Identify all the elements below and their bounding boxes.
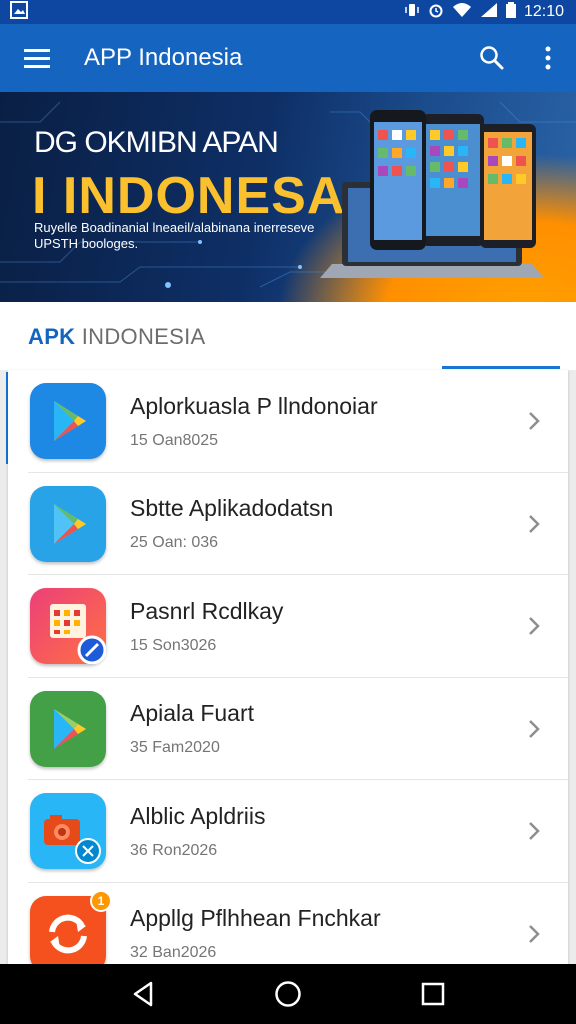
back-button[interactable]	[113, 964, 173, 1024]
app-date: 15 Oan8025	[130, 431, 219, 449]
chevron-right-icon	[514, 401, 554, 441]
recents-icon	[422, 982, 445, 1006]
back-icon	[133, 981, 152, 1007]
tab-bar: APK INDONESIA	[0, 302, 576, 370]
banner-heading: DG OKMIBN APAN	[34, 126, 279, 159]
home-icon	[275, 981, 301, 1007]
overflow-menu-button[interactable]	[520, 24, 576, 92]
app-name: Pasnrl Rcdlkay	[130, 597, 284, 624]
app-title: APP Indonesia	[84, 44, 243, 71]
app-date: 25 Oan: 036	[130, 534, 219, 552]
app-date: 15 Son3026	[130, 636, 217, 654]
vibrate-icon	[404, 2, 420, 23]
app-name: Appllg Pflhhean Fnchkar	[130, 905, 381, 932]
tab-indicator	[442, 366, 560, 369]
chevron-right-icon	[514, 504, 554, 544]
home-button[interactable]	[258, 964, 318, 1024]
tab-label-rest: INDONESIA	[75, 324, 206, 349]
more-vert-icon	[545, 46, 551, 70]
list-item[interactable]: Pasnrl Rcdlkay 15 Son3026	[8, 575, 568, 678]
chevron-right-icon	[514, 606, 554, 646]
search-button[interactable]	[464, 24, 520, 92]
list-item[interactable]: Apiala Fuart 35 Fam2020	[8, 678, 568, 780]
banner-description: Ruyelle Boadinanial lneaeil/alabinana in…	[34, 220, 315, 251]
play-store-icon	[30, 383, 106, 460]
chevron-right-icon	[514, 914, 554, 954]
recents-button[interactable]	[403, 964, 463, 1024]
gallery-notification-icon	[10, 0, 28, 24]
app-date: 32 Ban2026	[130, 944, 217, 962]
list-item[interactable]: Sbtte Aplikadodatsn 25 Oan: 036	[8, 473, 568, 575]
alarm-icon	[428, 2, 444, 23]
devices-illustration	[320, 110, 544, 278]
chevron-right-icon	[514, 709, 554, 749]
clock-time: 12:10	[523, 3, 564, 20]
wifi-icon	[452, 2, 472, 23]
play-store-icon	[30, 485, 106, 562]
tab-label-strong: APK	[28, 324, 76, 349]
tab-apk-indonesia[interactable]: APK INDONESIA	[28, 324, 206, 350]
app-date: 36 Ron2026	[130, 841, 218, 859]
search-icon	[480, 46, 504, 70]
status-bar: 12:10	[0, 0, 576, 24]
hamburger-icon	[24, 49, 50, 68]
notification-badge: 1	[90, 889, 112, 912]
banner-title: I INDONESA	[32, 167, 346, 225]
camera-icon	[30, 793, 106, 870]
app-list: Aplorkuasla P llndonoiar 15 Oan8025 Sbtte…	[8, 370, 568, 965]
chevron-right-icon	[514, 811, 554, 851]
system-nav-bar	[0, 964, 576, 1024]
app-name: Aplorkuasla P llndonoiar	[130, 392, 378, 419]
app-name: Apiala Fuart	[130, 700, 255, 727]
list-item[interactable]: Aplorkuasla P llndonoiar 15 Oan8025	[8, 370, 568, 473]
app-date: 35 Fam2020	[130, 739, 220, 757]
app-name: Sbtte Aplikadodatsn	[130, 495, 334, 522]
list-item[interactable]: 1 Appllg Pflhhean Fnchkar 32 Ban2026	[8, 883, 568, 965]
list-item[interactable]: Alblic Apldriis 36 Ron2026	[8, 780, 568, 883]
battery-icon	[505, 1, 516, 23]
play-store-icon	[30, 690, 106, 767]
app-bar: APP Indonesia	[0, 24, 576, 92]
promo-banner[interactable]: DG OKMIBN APAN I INDONESA Ruyelle Boadin…	[0, 92, 576, 302]
calendar-icon	[30, 588, 107, 665]
app-name: Alblic Apldriis	[130, 802, 266, 829]
signal-icon	[480, 2, 498, 23]
menu-button[interactable]	[0, 24, 74, 92]
sync-icon: 1	[30, 889, 112, 965]
